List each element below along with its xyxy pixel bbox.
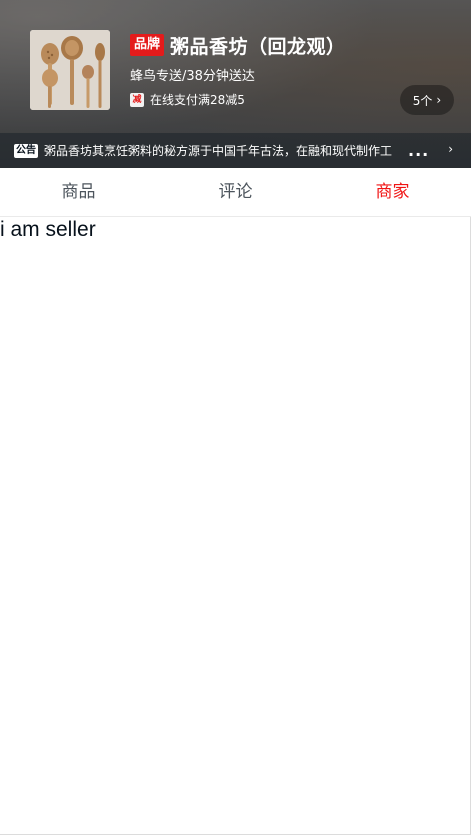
tab-seller[interactable]: 商家 [314, 168, 471, 216]
tab-bar: 商品 评论 商家 [0, 168, 471, 217]
shop-avatar [30, 30, 110, 110]
delivery-info: 蜂鸟专送/38分钟送达 [130, 69, 255, 84]
discount-icon: 减 [130, 92, 144, 107]
bulletin-text: 粥品香坊其烹饪粥料的秘方源于中国千年古法，在融和现代制作工 [44, 144, 393, 158]
support-count-button[interactable]: 5个 › [400, 85, 454, 115]
support-count-label: 5个 [412, 93, 433, 108]
wooden-spoons-image [30, 30, 110, 110]
brand-row: 品牌 粥品香坊（回龙观） [130, 33, 346, 58]
chevron-right-icon: › [436, 93, 442, 107]
bulletin-bar[interactable]: 公告 粥品香坊其烹饪粥料的秘方源于中国千年古法，在融和现代制作工 ... › [0, 133, 471, 168]
tab-goods[interactable]: 商品 [0, 168, 157, 216]
support-text: 在线支付满28减5 [150, 93, 245, 107]
support-row: 减 在线支付满28减5 [130, 91, 245, 108]
shop-header: 品牌 粥品香坊（回龙观） 蜂鸟专送/38分钟送达 减 在线支付满28减5 5个 … [0, 0, 471, 168]
shop-name: 粥品香坊（回龙观） [170, 35, 346, 58]
seller-content: i am seller [0, 218, 96, 241]
bulletin-ellipsis: ... [408, 141, 430, 160]
tab-ratings[interactable]: 评论 [157, 168, 314, 216]
chevron-right-icon: › [448, 142, 453, 156]
brand-badge: 品牌 [130, 34, 165, 56]
bulletin-tag: 公告 [14, 143, 38, 158]
